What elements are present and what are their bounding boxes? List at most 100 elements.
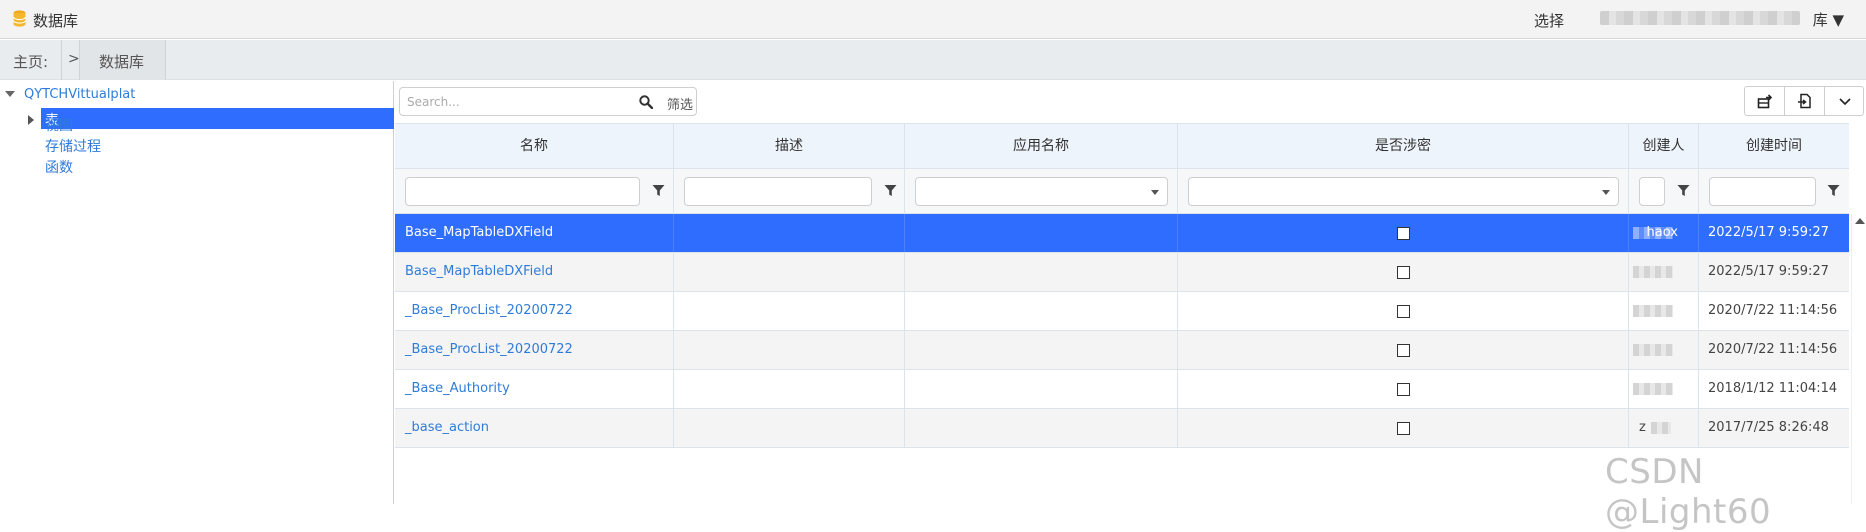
cell-secret bbox=[1178, 370, 1629, 408]
breadcrumb-separator: > bbox=[68, 51, 80, 67]
filter-icon[interactable] bbox=[652, 184, 665, 197]
search-icon[interactable] bbox=[639, 95, 653, 109]
filter-cell bbox=[1178, 169, 1629, 214]
toolbar: 筛选 bbox=[395, 81, 1866, 123]
column-header-description[interactable]: 描述 bbox=[674, 124, 905, 169]
cell-name[interactable]: _Base_ProcList_20200722 bbox=[395, 292, 674, 330]
toolbar-button-group bbox=[1744, 86, 1864, 116]
export-button[interactable] bbox=[1745, 87, 1785, 115]
filter-icon[interactable] bbox=[884, 184, 897, 197]
top-bar: 数据库 选择 库 ▼ bbox=[0, 0, 1866, 39]
caret-down-icon bbox=[1151, 190, 1159, 195]
cell-secret bbox=[1178, 331, 1629, 369]
tree-item-views[interactable]: 视图 bbox=[45, 115, 73, 135]
column-header-secret[interactable]: 是否涉密 bbox=[1178, 124, 1629, 169]
cell-secret bbox=[1178, 253, 1629, 291]
table-row[interactable]: _Base_ProcList_20200722 2020/7/22 11:14:… bbox=[395, 292, 1849, 331]
filter-cell bbox=[1629, 169, 1699, 214]
cell-secret bbox=[1178, 409, 1629, 447]
tree-item-procedures[interactable]: 存储过程 bbox=[45, 136, 101, 156]
column-header-app-name[interactable]: 应用名称 bbox=[905, 124, 1178, 169]
cell-description bbox=[674, 409, 905, 447]
redacted-creator bbox=[1633, 344, 1673, 356]
cell-app-name bbox=[905, 214, 1178, 252]
column-header-name[interactable]: 名称 bbox=[395, 124, 674, 169]
name-filter-input[interactable] bbox=[405, 177, 640, 206]
cell-creator bbox=[1629, 253, 1699, 291]
secret-checkbox[interactable] bbox=[1397, 227, 1410, 240]
secret-checkbox[interactable] bbox=[1397, 305, 1410, 318]
tree-collapse-icon[interactable] bbox=[5, 91, 15, 97]
breadcrumb-current[interactable]: 数据库 bbox=[79, 40, 166, 80]
created-time-filter-input[interactable] bbox=[1709, 177, 1816, 206]
cell-creator bbox=[1629, 331, 1699, 369]
secret-checkbox[interactable] bbox=[1397, 266, 1410, 279]
cell-description bbox=[674, 214, 905, 252]
breadcrumb-current-label: 数据库 bbox=[99, 53, 145, 71]
secret-checkbox[interactable] bbox=[1397, 344, 1410, 357]
redacted-db-name bbox=[1600, 11, 1800, 25]
breadcrumb-home[interactable]: 主页: bbox=[13, 51, 48, 72]
secret-checkbox[interactable] bbox=[1397, 383, 1410, 396]
cell-created-time: 2022/5/17 9:59:27 bbox=[1708, 264, 1829, 279]
creator-filter-input[interactable] bbox=[1639, 177, 1665, 206]
tree-expand-icon[interactable] bbox=[28, 115, 34, 125]
cell-description bbox=[674, 370, 905, 408]
cell-created-time: 2022/5/17 9:59:27 bbox=[1708, 225, 1829, 240]
breadcrumb: 主页: > 数据库 bbox=[0, 40, 1866, 80]
filter-button[interactable]: 筛选 bbox=[667, 94, 693, 113]
table-row[interactable]: _base_action z 2017/7/25 8:26:48 bbox=[395, 409, 1849, 448]
table-row[interactable]: _Base_Authority 2018/1/12 11:04:14 bbox=[395, 370, 1849, 409]
cell-name[interactable]: _Base_Authority bbox=[395, 370, 674, 408]
filter-cell bbox=[395, 169, 674, 214]
scroll-up-icon[interactable] bbox=[1855, 218, 1865, 224]
table-row[interactable]: Base_MapTableDXField 2022/5/17 9:59:27 bbox=[395, 253, 1849, 292]
cell-name[interactable]: Base_MapTableDXField bbox=[395, 253, 674, 291]
tree-root[interactable]: QYTCHVittualplat bbox=[24, 87, 135, 102]
database-select[interactable]: 库 ▼ bbox=[1600, 8, 1852, 30]
column-header-creator[interactable]: 创建人 bbox=[1629, 124, 1699, 169]
filter-row bbox=[395, 169, 1849, 214]
sidebar-tree: QYTCHVittualplat 表 视图 存储过程 函数 bbox=[0, 81, 394, 504]
secret-checkbox[interactable] bbox=[1397, 422, 1410, 435]
column-header-created-time[interactable]: 创建时间 bbox=[1699, 124, 1849, 169]
table-row[interactable]: _Base_ProcList_20200722 2020/7/22 11:14:… bbox=[395, 331, 1849, 370]
cell-description bbox=[674, 253, 905, 291]
cell-description bbox=[674, 292, 905, 330]
cell-name[interactable]: Base_MapTableDXField bbox=[395, 214, 674, 252]
cell-created-time: 2020/7/22 11:14:56 bbox=[1708, 303, 1838, 318]
more-options-button[interactable] bbox=[1825, 87, 1865, 115]
table-row[interactable]: Base_MapTableDXField haox 2022/5/17 9:59… bbox=[395, 214, 1849, 253]
search-input[interactable] bbox=[401, 89, 631, 114]
watermark: CSDN @Light60 bbox=[1605, 452, 1772, 532]
search-box: 筛选 bbox=[399, 87, 697, 116]
cell-app-name bbox=[905, 292, 1178, 330]
secret-filter-select[interactable] bbox=[1188, 177, 1619, 206]
cell-app-name bbox=[905, 253, 1178, 291]
redacted-creator bbox=[1651, 422, 1671, 434]
cell-created-time: 2020/7/22 11:14:56 bbox=[1708, 342, 1838, 357]
cell-secret bbox=[1178, 292, 1629, 330]
cell-name[interactable]: _base_action bbox=[395, 409, 674, 447]
filter-icon[interactable] bbox=[1827, 184, 1840, 197]
filter-cell bbox=[905, 169, 1178, 214]
cell-creator: haox bbox=[1629, 214, 1699, 252]
cell-created-time: 2017/7/25 8:26:48 bbox=[1708, 420, 1829, 435]
cell-created-time: 2018/1/12 11:04:14 bbox=[1708, 381, 1838, 396]
caret-down-icon bbox=[1602, 190, 1610, 195]
chevron-down-icon bbox=[1839, 98, 1851, 106]
cell-name[interactable]: _Base_ProcList_20200722 bbox=[395, 331, 674, 369]
cell-app-name bbox=[905, 331, 1178, 369]
import-button[interactable] bbox=[1785, 87, 1825, 115]
app-title: 数据库 bbox=[33, 12, 79, 30]
cell-app-name bbox=[905, 370, 1178, 408]
app-name-filter-select[interactable] bbox=[915, 177, 1168, 206]
tree-item-functions[interactable]: 函数 bbox=[45, 157, 73, 177]
cell-secret bbox=[1178, 214, 1629, 252]
tree-item-tables[interactable]: 表 bbox=[41, 108, 394, 129]
filter-icon[interactable] bbox=[1677, 184, 1690, 197]
redacted-creator bbox=[1633, 305, 1673, 317]
data-table: 名称 描述 应用名称 是否涉密 创建人 创建时间 Base_MapTableDX… bbox=[395, 123, 1866, 504]
creator-text: haox bbox=[1646, 225, 1678, 240]
description-filter-input[interactable] bbox=[684, 177, 872, 206]
